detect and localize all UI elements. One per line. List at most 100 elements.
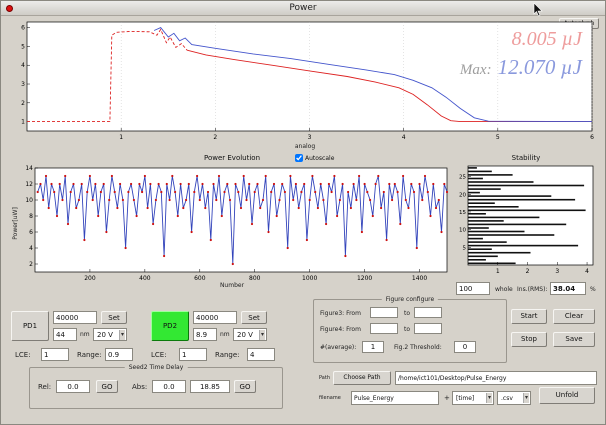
power-evolution-xlabel: Number <box>9 282 455 289</box>
pd2-voltage-select[interactable]: 20 V ▾ <box>233 328 267 341</box>
seed2-time-delay-group: Seed2 Time Delay Rel: GO Abs: GO <box>29 367 283 409</box>
max-value: 12.070 µJ <box>498 55 582 79</box>
threshold-field[interactable] <box>454 341 476 353</box>
unfold-button[interactable]: Unfold <box>539 387 595 404</box>
pd1-button[interactable]: PD1 <box>11 311 49 341</box>
svg-text:3: 3 <box>555 268 559 275</box>
filename-field[interactable] <box>351 391 439 405</box>
range-a-label: Range: <box>77 351 102 359</box>
pd2-wavelength-field[interactable] <box>193 328 217 341</box>
top-plot-xlabel: analog <box>10 143 600 150</box>
choose-path-button[interactable]: Choose Path <box>333 371 391 385</box>
svg-text:8: 8 <box>29 213 33 220</box>
svg-text:20: 20 <box>459 192 466 198</box>
pd1-wavelength-field[interactable] <box>53 328 77 341</box>
rms-value-field[interactable] <box>550 282 586 295</box>
time-suffix-value: [time] <box>456 395 474 402</box>
rel-label: Rel: <box>38 383 51 391</box>
path-label: Path <box>319 375 330 381</box>
svg-text:3: 3 <box>308 134 312 141</box>
rms-unit-label: % <box>590 286 596 293</box>
fig3-to-field[interactable] <box>414 307 442 318</box>
svg-text:4: 4 <box>402 134 406 141</box>
pd2-button[interactable]: PD2 <box>151 311 189 341</box>
svg-text:200: 200 <box>84 275 96 282</box>
svg-text:15: 15 <box>459 210 466 216</box>
rel-delay-field[interactable] <box>56 380 90 393</box>
svg-text:600: 600 <box>194 275 206 282</box>
seed2-group-title: Seed2 Time Delay <box>125 364 188 371</box>
abs-label: Abs: <box>132 383 147 391</box>
svg-text:25: 25 <box>459 175 466 181</box>
svg-text:2: 2 <box>29 261 33 268</box>
lce-b-label: LCE: <box>151 351 167 359</box>
svg-text:400: 400 <box>139 275 151 282</box>
fig4-to-field[interactable] <box>414 323 442 334</box>
window-title: Power <box>1 3 605 13</box>
fig4-label: Figure4: From <box>320 326 361 333</box>
threshold-label: Fig.2 Threshold: <box>394 344 442 351</box>
autoscale-checkbox[interactable]: Autoscale <box>295 154 334 162</box>
svg-text:2: 2 <box>21 100 25 107</box>
pd1-voltage-value: 20 V <box>97 331 113 339</box>
power-evolution-chart: 2004006008001000120014002468101214 <box>11 164 453 288</box>
average-label: #(average): <box>320 344 356 351</box>
top-plot-panel: 123456123456 8.005 µJ Max:12.070 µJ anal… <box>10 18 600 150</box>
svg-text:6: 6 <box>29 229 33 236</box>
titlebar: Power <box>1 1 605 16</box>
svg-text:3: 3 <box>21 81 25 88</box>
pd2-nm-label: nm <box>220 331 230 338</box>
svg-text:1: 1 <box>21 119 25 126</box>
average-field[interactable] <box>362 341 384 353</box>
svg-text:2: 2 <box>526 268 530 275</box>
lce-a-label: LCE: <box>15 351 31 359</box>
path-field[interactable] <box>395 371 597 385</box>
pd2-set-button[interactable]: Set <box>241 311 267 324</box>
svg-text:14: 14 <box>25 165 33 172</box>
svg-text:1400: 1400 <box>412 275 427 282</box>
pd1-set-button[interactable]: Set <box>101 311 127 324</box>
save-button[interactable]: Save <box>553 332 595 347</box>
clear-button[interactable]: Clear <box>553 309 595 324</box>
time-suffix-select[interactable]: [time] ▾ <box>452 391 494 405</box>
svg-text:800: 800 <box>249 275 261 282</box>
range-a-field[interactable] <box>105 348 133 361</box>
abs-current-field[interactable] <box>190 380 230 393</box>
chevron-down-icon: ▾ <box>119 330 125 340</box>
max-label: Max: <box>460 62 492 78</box>
autoscale-checkbox-input[interactable] <box>295 154 303 162</box>
svg-text:4: 4 <box>29 245 33 252</box>
fig4-from-field[interactable] <box>370 323 398 334</box>
mouse-cursor-icon <box>533 3 543 17</box>
filename-label: filename <box>319 395 341 401</box>
pd1-gain-field[interactable] <box>53 311 97 324</box>
extension-select[interactable]: .csv ▾ <box>497 391 531 405</box>
lce-a-field[interactable] <box>41 348 69 361</box>
rel-go-button[interactable]: GO <box>96 380 118 393</box>
filename-plus-label: + <box>444 394 450 402</box>
svg-text:1000: 1000 <box>302 275 317 282</box>
chevron-down-icon: ▾ <box>486 393 492 403</box>
svg-text:2: 2 <box>213 134 217 141</box>
autoscale-label: Autoscale <box>305 155 334 162</box>
svg-text:6: 6 <box>21 25 25 32</box>
range-b-field[interactable] <box>247 348 275 361</box>
rms-label: Ins.(RMS): <box>517 286 547 293</box>
whole-count-field[interactable] <box>456 282 490 295</box>
stop-button[interactable]: Stop <box>511 332 547 347</box>
extension-value: .csv <box>501 395 513 402</box>
svg-text:1: 1 <box>496 268 500 275</box>
range-b-label: Range: <box>215 351 240 359</box>
figure-configure-title: Figure configure <box>382 296 438 303</box>
start-button[interactable]: Start <box>511 309 547 324</box>
chevron-down-icon: ▾ <box>259 330 265 340</box>
pd2-gain-field[interactable] <box>193 311 237 324</box>
abs-delay-field[interactable] <box>152 380 186 393</box>
svg-text:5: 5 <box>21 43 25 50</box>
pd1-voltage-select[interactable]: 20 V ▾ <box>93 328 127 341</box>
current-energy-annotation: 8.005 µJ <box>512 28 582 51</box>
lce-b-field[interactable] <box>179 348 207 361</box>
abs-go-button[interactable]: GO <box>234 380 256 393</box>
svg-text:4: 4 <box>21 62 25 69</box>
fig3-from-field[interactable] <box>370 307 398 318</box>
